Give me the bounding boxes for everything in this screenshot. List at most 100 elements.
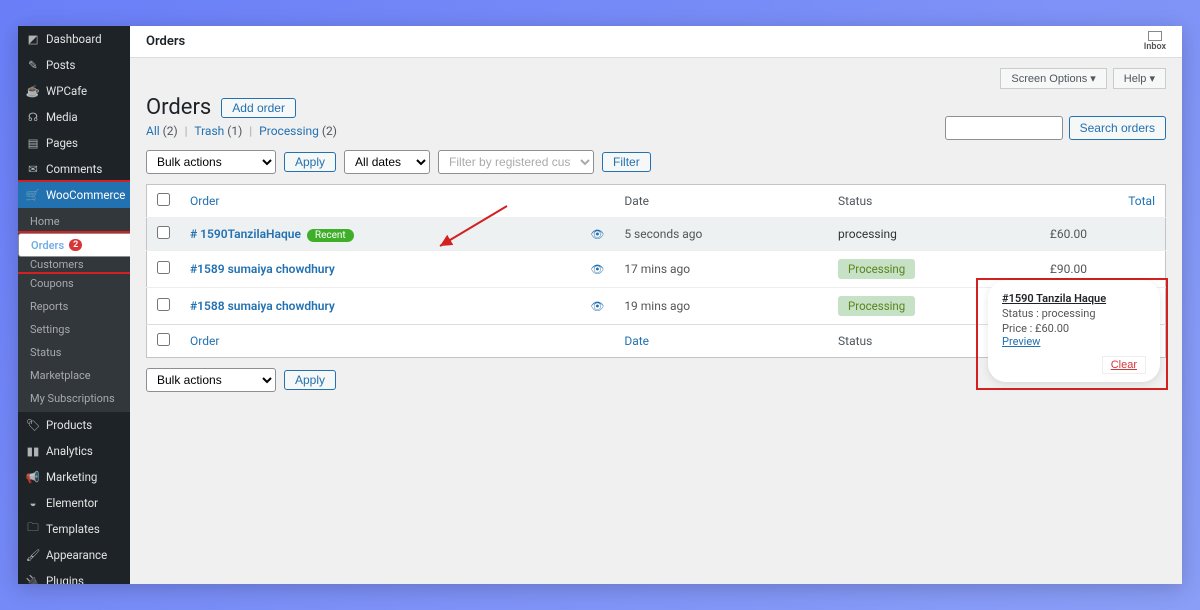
admin-sidebar: ◩Dashboard ✎Posts ☕WPCafe ☊Media ▤Pages … xyxy=(18,26,130,584)
order-link[interactable]: # 1590TanzilaHaque xyxy=(190,227,301,241)
sidebar-subitem-orders[interactable]: Orders 2 xyxy=(18,233,130,257)
sidebar-sublabel: My Subscriptions xyxy=(30,392,115,405)
highlight-box-woocommerce: 🛒WooCommerce xyxy=(18,180,130,210)
screen-options-button[interactable]: Screen Options ▾ xyxy=(1000,68,1106,89)
sidebar-subitem-customers[interactable]: Customers xyxy=(18,257,130,272)
sidebar-label: Elementor xyxy=(46,496,98,510)
header-order[interactable]: Order xyxy=(180,185,580,218)
select-all-checkbox-footer[interactable] xyxy=(157,333,170,346)
order-link[interactable]: #1588 sumaiya chowdhury xyxy=(190,299,335,313)
select-all-checkbox[interactable] xyxy=(157,193,170,206)
orders-count-badge: 2 xyxy=(69,239,82,251)
bulk-actions-select-bottom[interactable]: Bulk actions xyxy=(146,368,276,392)
apply-bulk-button[interactable]: Apply xyxy=(284,152,336,172)
topbar-title: Orders xyxy=(146,34,185,49)
sidebar-item-media[interactable]: ☊ Media xyxy=(18,104,130,130)
toast-price: Price : £60.00 xyxy=(1002,322,1146,335)
order-date: 5 seconds ago xyxy=(614,218,828,251)
status-badge: Processing xyxy=(838,296,915,316)
footer-order[interactable]: Order xyxy=(180,325,580,358)
sidebar-subitem-status[interactable]: Status xyxy=(18,341,130,364)
sidebar-sublabel: Home xyxy=(30,215,60,228)
order-total: £60.00 xyxy=(1040,218,1166,251)
filter-trash[interactable]: Trash xyxy=(194,124,224,138)
row-checkbox[interactable] xyxy=(157,298,170,311)
sidebar-sublabel: Orders xyxy=(31,239,64,252)
cafe-icon: ☕ xyxy=(26,84,40,98)
toast-status: Status : processing xyxy=(1002,307,1146,320)
bulk-actions-select[interactable]: Bulk actions xyxy=(146,150,276,174)
header-total[interactable]: Total xyxy=(1040,185,1166,218)
sidebar-item-wpcafe[interactable]: ☕WPCafe xyxy=(18,78,130,104)
search-input[interactable] xyxy=(945,116,1063,140)
highlight-box-orders: Orders 2 Customers xyxy=(18,231,130,274)
sidebar-item-dashboard[interactable]: ◩Dashboard xyxy=(18,26,130,52)
sidebar-item-products[interactable]: 🏷Products xyxy=(18,412,130,438)
toast-title: #1590 Tanzila Haque xyxy=(1002,292,1146,305)
add-order-button[interactable]: Add order xyxy=(221,98,296,118)
customer-filter-select[interactable]: Filter by registered customer xyxy=(438,150,594,174)
sidebar-item-templates[interactable]: 🗀 Templates xyxy=(18,516,130,542)
page-heading: Orders xyxy=(146,95,211,120)
sidebar-label: Media xyxy=(46,110,78,124)
products-icon: 🏷 xyxy=(26,418,40,432)
sidebar-item-analytics[interactable]: ▮▮Analytics xyxy=(18,438,130,464)
sidebar-item-appearance[interactable]: 🖌Appearance xyxy=(18,542,130,568)
apply-bulk-button-bottom[interactable]: Apply xyxy=(284,370,336,390)
sidebar-subitem-home[interactable]: Home xyxy=(18,210,130,233)
media-icon: ☊ xyxy=(26,110,40,124)
sidebar-subitem-reports[interactable]: Reports xyxy=(18,295,130,318)
sidebar-label: Appearance xyxy=(46,548,107,562)
preview-icon[interactable]: 👁 xyxy=(590,300,604,313)
status-text: processing xyxy=(838,227,897,241)
sidebar-subitem-mysubs[interactable]: My Subscriptions xyxy=(18,387,130,410)
plugins-icon: 🔌 xyxy=(26,574,40,584)
search-orders-button[interactable]: Search orders xyxy=(1069,116,1166,140)
sidebar-sublabel: Settings xyxy=(30,323,70,336)
preview-icon[interactable]: 👁 xyxy=(590,228,604,241)
sidebar-item-woocommerce[interactable]: 🛒WooCommerce xyxy=(18,182,130,208)
filter-all[interactable]: All xyxy=(146,124,160,138)
templates-icon: 🗀 xyxy=(26,522,40,536)
sidebar-subitem-marketplace[interactable]: Marketplace xyxy=(18,364,130,387)
sidebar-item-comments[interactable]: ✉ Comments xyxy=(18,156,130,182)
analytics-icon: ▮▮ xyxy=(26,444,40,458)
row-checkbox[interactable] xyxy=(157,261,170,274)
help-button[interactable]: Help ▾ xyxy=(1113,68,1166,89)
toast-clear-button[interactable]: Clear xyxy=(1102,356,1146,374)
inbox-button[interactable]: Inbox xyxy=(1144,31,1166,52)
toast-preview-link[interactable]: Preview xyxy=(1002,335,1040,348)
row-checkbox[interactable] xyxy=(157,226,170,239)
sidebar-item-plugins[interactable]: 🔌 Plugins xyxy=(18,568,130,584)
order-link[interactable]: #1589 sumaiya chowdhury xyxy=(190,262,335,276)
sidebar-label: Pages xyxy=(46,136,78,150)
sidebar-subitem-settings[interactable]: Settings xyxy=(18,318,130,341)
sidebar-item-elementor[interactable]: ◒ Elementor xyxy=(18,490,130,516)
inbox-label: Inbox xyxy=(1144,42,1166,52)
sidebar-subitem-coupons[interactable]: Coupons xyxy=(18,272,130,295)
elementor-icon: ◒ xyxy=(26,496,40,510)
table-row[interactable]: # 1590TanzilaHaqueRecent 👁 5 seconds ago… xyxy=(147,218,1166,251)
order-date: 19 mins ago xyxy=(614,288,828,325)
filter-processing[interactable]: Processing xyxy=(259,124,319,138)
content-area: Screen Options ▾ Help ▾ Orders Add order… xyxy=(130,58,1182,412)
comments-icon: ✉ xyxy=(26,162,40,176)
sidebar-sublabel: Status xyxy=(30,346,61,359)
date-filter-select[interactable]: All dates xyxy=(344,150,430,174)
sidebar-label: Templates xyxy=(46,522,100,536)
woocommerce-submenu: Home Orders 2 Customers Coupons Reports S… xyxy=(18,208,130,412)
preview-icon[interactable]: 👁 xyxy=(590,263,604,276)
sidebar-item-marketing[interactable]: 📢Marketing xyxy=(18,464,130,490)
pages-icon: ▤ xyxy=(26,136,40,150)
header-status: Status xyxy=(828,185,1040,218)
sidebar-label: Plugins xyxy=(46,574,84,584)
filter-trash-count: (1) xyxy=(227,124,242,138)
sidebar-item-pages[interactable]: ▤ Pages xyxy=(18,130,130,156)
sidebar-label: Comments xyxy=(46,162,102,176)
filter-button[interactable]: Filter xyxy=(602,152,651,172)
footer-date[interactable]: Date xyxy=(614,325,828,358)
sidebar-item-posts[interactable]: ✎Posts xyxy=(18,52,130,78)
header-date[interactable]: Date xyxy=(614,185,828,218)
sidebar-label: Dashboard xyxy=(46,32,102,46)
sidebar-label: WooCommerce xyxy=(46,188,125,202)
